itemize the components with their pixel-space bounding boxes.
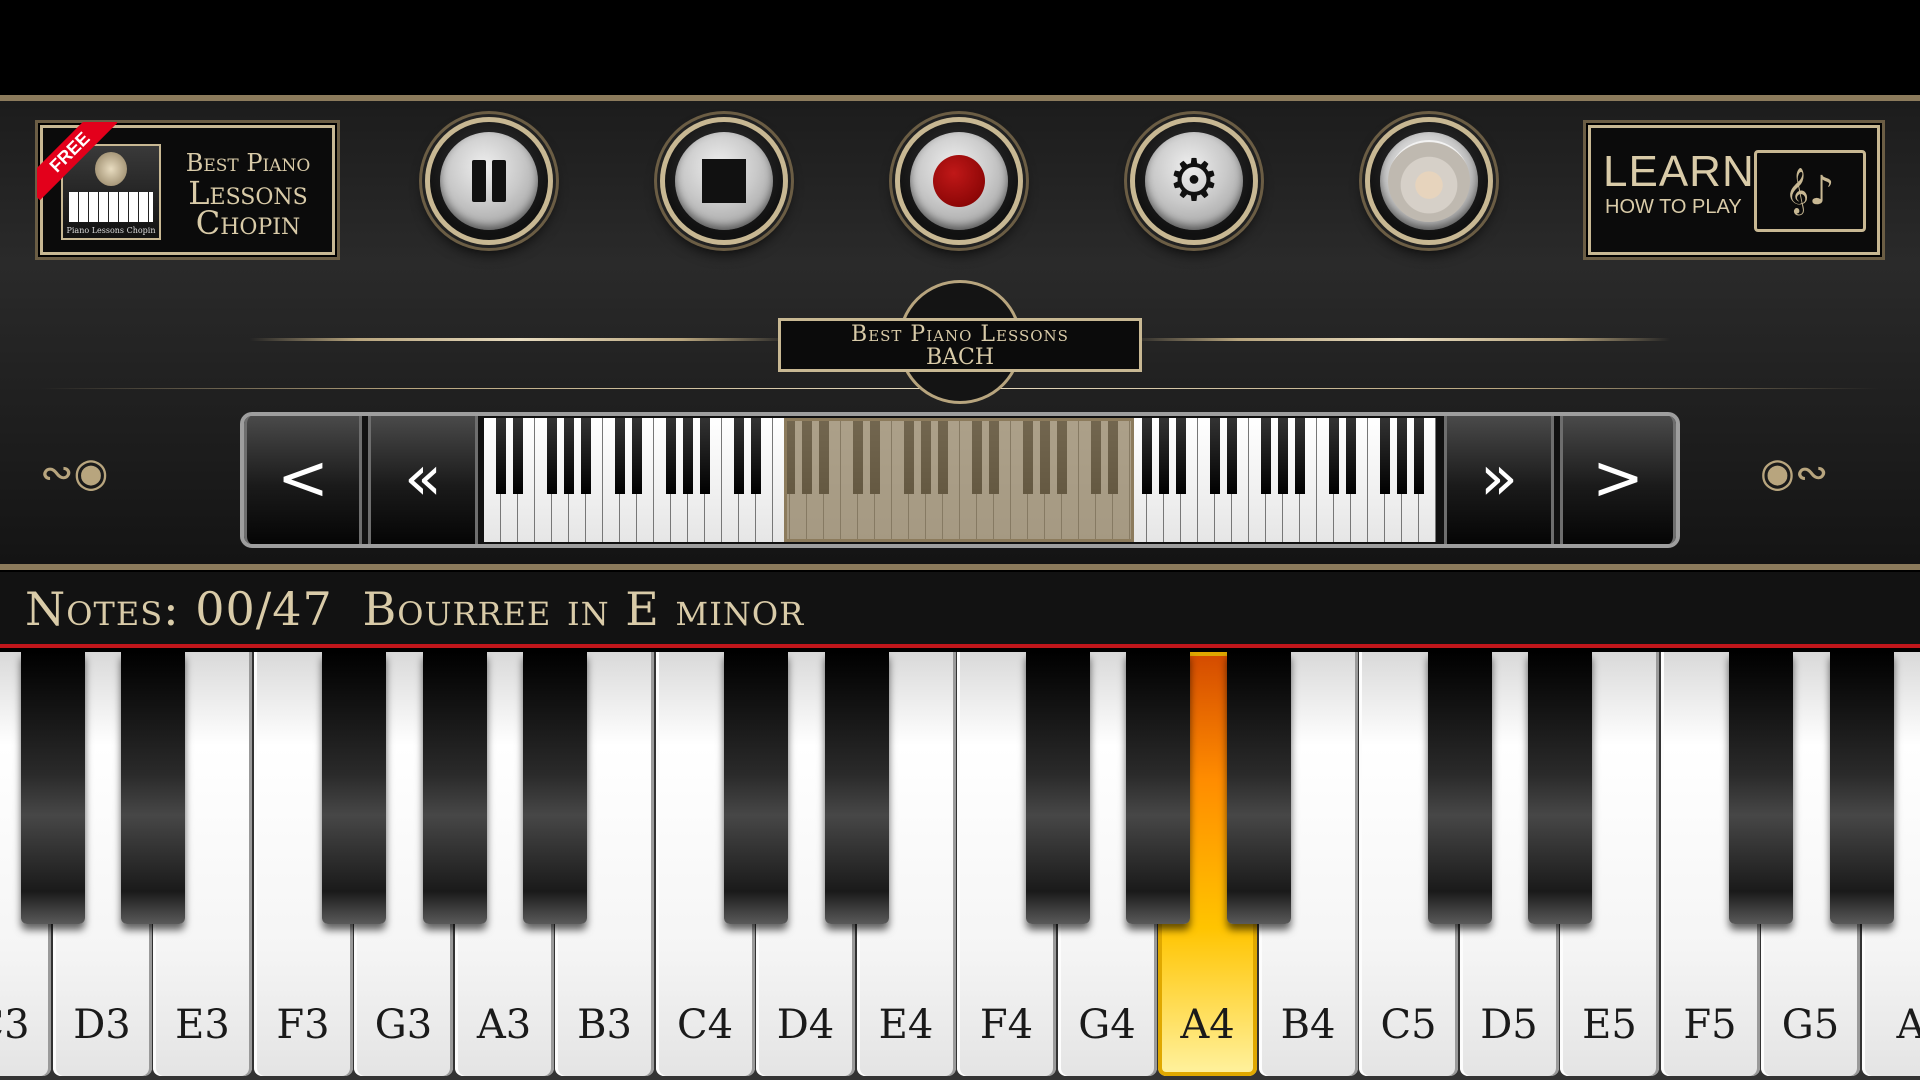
mini-black-key [1260,418,1272,494]
key-label: D4 [776,1002,835,1048]
mini-black-key [1413,418,1425,494]
chopin-promo-banner[interactable]: Piano Lessons Chopin FREE Best Piano Les… [37,122,335,255]
visible-range-window[interactable] [784,418,1134,542]
black-key[interactable] [523,652,587,924]
free-ribbon: FREE [37,122,117,202]
key-label: D5 [1480,1002,1538,1048]
app-logo: Best Piano Lessons BACH [778,318,1142,372]
key-label: B4 [1280,1002,1336,1048]
black-key[interactable] [1528,652,1592,924]
mini-black-key [750,418,762,494]
decorative-line-left [250,338,790,341]
flourish-right-icon: ◉∾ [1760,450,1829,496]
music-book-icon: 𝄞♪ [1754,150,1866,232]
mini-black-key [546,418,558,494]
mini-black-key [631,418,643,494]
key-label: A4 [1180,1002,1235,1048]
mini-black-key [580,418,592,494]
black-key[interactable] [1226,652,1291,924]
key-label: C5 [1380,1002,1437,1048]
key-label: E3 [175,1002,230,1048]
black-key[interactable] [1025,652,1090,924]
key-label: G4 [1078,1002,1136,1048]
key-label: F4 [979,1002,1034,1048]
stop-button[interactable] [660,117,788,245]
status-bar: Notes: 00/47 Bourree in E minor [0,572,1920,648]
mini-black-key [1226,418,1238,494]
key-label: A3 [476,1002,532,1048]
key-label: B3 [577,1002,632,1048]
mini-black-key [1209,418,1221,494]
key-label: D3 [73,1002,131,1048]
mini-black-key [1294,418,1306,494]
black-key[interactable] [1126,652,1190,924]
song-title: Bourree in E minor [362,582,805,636]
composer-button[interactable] [1365,117,1493,245]
keyboard-navigator: < « » > [240,412,1680,548]
mini-black-key [614,418,626,494]
record-button[interactable] [895,117,1023,245]
logo-line2: BACH [925,345,995,370]
mini-black-key [1158,418,1170,494]
black-key[interactable] [322,652,386,924]
black-key[interactable] [1729,652,1793,924]
thumbnail-caption: Piano Lessons Chopin [66,226,156,235]
key-label: C3 [0,1002,30,1048]
mini-black-key [1379,418,1391,494]
logo-line1: Best Piano Lessons [851,322,1069,347]
mini-black-key [699,418,711,494]
black-key[interactable] [422,652,487,924]
mini-black-key [665,418,677,494]
mini-black-key [733,418,745,494]
black-key[interactable] [824,652,889,924]
black-key[interactable] [20,652,85,924]
key-label: C4 [676,1002,734,1048]
decorative-line-right [1130,338,1670,341]
mini-black-key [1345,418,1357,494]
pause-button[interactable] [425,117,553,245]
how-to-play-label: HOW TO PLAY [1605,196,1742,218]
bach-portrait-icon [1388,140,1470,222]
mini-black-key [1141,418,1153,494]
key-label: A [1896,1002,1920,1048]
scroll-left-button[interactable]: < [244,416,362,544]
black-key[interactable] [121,652,185,924]
fast-scroll-left-button[interactable]: « [368,416,478,544]
flourish-left-icon: ∾◉ [40,450,109,496]
stop-icon [702,159,746,203]
settings-button[interactable]: ⚙ [1130,117,1258,245]
record-icon [933,155,985,207]
key-label: F5 [1683,1002,1737,1048]
mini-black-key [1328,418,1340,494]
black-key[interactable] [724,652,788,924]
status-text: Notes: 00/47 Bourree in E minor [25,582,804,636]
key-label: G5 [1781,1002,1840,1048]
mini-black-key [682,418,694,494]
key-label: G3 [374,1002,433,1048]
mini-black-key [1175,418,1187,494]
black-key[interactable] [1829,652,1894,924]
mini-black-key [1396,418,1408,494]
key-label: E4 [878,1002,934,1048]
notes-label: Notes: [25,582,180,636]
mini-black-key [495,418,507,494]
promo-title: Best Piano Lessons Chopin [168,148,328,242]
promo-title-line3: Chopin [195,204,301,242]
key-label: E5 [1582,1002,1637,1048]
notes-count: 00/47 [195,582,333,636]
key-label: F3 [276,1002,330,1048]
gear-icon: ⚙ [1168,146,1220,214]
learn-how-to-play-banner[interactable]: LEARN HOW TO PLAY 𝄞♪ [1588,125,1880,255]
mini-black-key [512,418,524,494]
mini-black-key [1277,418,1289,494]
black-key[interactable] [1427,652,1492,924]
learn-label: LEARN [1603,147,1755,196]
top-black-band [0,0,1920,95]
piano-keyboard: C3 D3 E3 F3 G3 A3 B3 C4 D4 E4 F4 G4 A4 B4 C5 D5 E5 F5 G5 A [0,652,1920,1080]
scroll-right-button[interactable]: > [1560,416,1676,544]
mini-black-key [563,418,575,494]
fast-scroll-right-button[interactable]: » [1444,416,1554,544]
